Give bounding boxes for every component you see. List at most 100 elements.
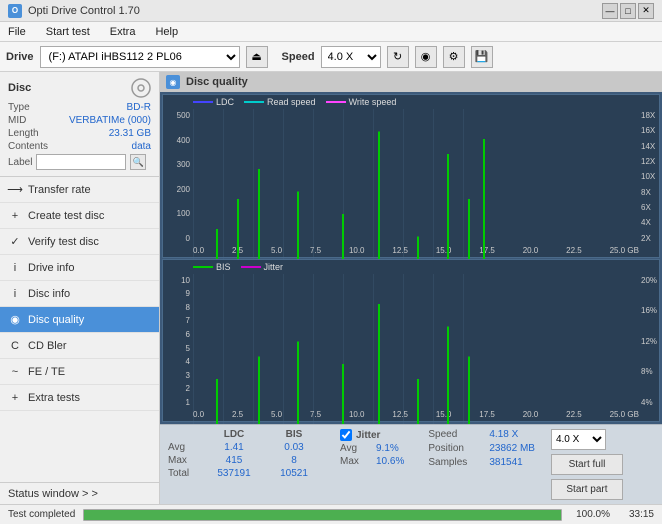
disc-section: Disc Type BD-R MID VERBATIMe (000) Lengt… — [0, 72, 159, 177]
speed-position-stats: Speed 4.18 X Position 23862 MB Samples 3… — [412, 429, 535, 500]
jitter-label: Jitter — [356, 430, 380, 441]
drive-select[interactable]: (F:) ATAPI iHBS112 2 PL06 — [40, 46, 240, 68]
total-bis: 10521 — [264, 468, 324, 479]
sidebar-item-label: Drive info — [28, 262, 74, 274]
jitter-stats: Jitter Avg 9.1% Max 10.6% — [332, 429, 404, 500]
disc-info-icon: i — [8, 287, 22, 301]
disc-contents-value: data — [132, 141, 151, 152]
disc-label-input[interactable] — [36, 154, 126, 170]
quality-speed-select[interactable]: 4.0 X — [551, 429, 606, 450]
sidebar-item-cd-bler[interactable]: C CD Bler — [0, 333, 159, 359]
refresh-button[interactable]: ↻ — [387, 46, 409, 68]
jitter-avg: 9.1% — [376, 443, 399, 454]
title-bar: O Opti Drive Control 1.70 — □ ✕ — [0, 0, 662, 22]
progress-bar-container — [83, 509, 562, 521]
save-button[interactable]: 💾 — [471, 46, 493, 68]
close-button[interactable]: ✕ — [638, 3, 654, 19]
sidebar-item-drive-info[interactable]: i Drive info — [0, 255, 159, 281]
jitter-checkbox[interactable] — [340, 429, 352, 441]
start-part-button[interactable]: Start part — [551, 479, 623, 500]
total-label: Total — [168, 468, 204, 479]
disc-label-button[interactable]: 🔍 — [130, 154, 146, 170]
quality-title: Disc quality — [186, 76, 248, 88]
drive-info-icon: i — [8, 261, 22, 275]
disc-button[interactable]: ◉ — [415, 46, 437, 68]
disc-type-row: Type BD-R — [8, 102, 151, 113]
sidebar-item-disc-info[interactable]: i Disc info — [0, 281, 159, 307]
disc-type-label: Type — [8, 102, 30, 113]
start-full-button[interactable]: Start full — [551, 454, 623, 475]
verify-disc-icon: ✓ — [8, 235, 22, 249]
sidebar-item-extra-tests[interactable]: + Extra tests — [0, 385, 159, 411]
settings-button[interactable]: ⚙ — [443, 46, 465, 68]
minimize-button[interactable]: — — [602, 3, 618, 19]
disc-mid-value: VERBATIMe (000) — [69, 115, 151, 126]
sidebar-item-verify-test-disc[interactable]: ✓ Verify test disc — [0, 229, 159, 255]
bottom-chart-svg — [193, 274, 493, 424]
menu-bar: File Start test Extra Help — [0, 22, 662, 42]
disc-mid-label: MID — [8, 115, 26, 126]
max-ldc: 415 — [204, 455, 264, 466]
sidebar: Disc Type BD-R MID VERBATIMe (000) Lengt… — [0, 72, 160, 504]
action-section: 4.0 X Start full Start part — [543, 429, 623, 500]
quality-header: ◉ Disc quality — [160, 72, 662, 92]
speed-select[interactable]: 4.0 X — [321, 46, 381, 68]
position-value: 23862 MB — [489, 443, 535, 454]
max-label: Max — [168, 455, 204, 466]
legend-read-speed: Read speed — [244, 97, 316, 107]
disc-length-value: 23.31 GB — [109, 128, 151, 139]
progress-percentage: 100.0% — [570, 509, 610, 520]
sidebar-item-label: Disc info — [28, 288, 70, 300]
disc-title: Disc — [8, 82, 31, 94]
bottom-chart-y-labels: 10 9 8 7 6 5 4 3 2 1 — [163, 260, 193, 422]
samples-value: 381541 — [489, 457, 522, 468]
menu-file[interactable]: File — [4, 24, 30, 40]
speed-label: Speed — [282, 51, 315, 63]
ldc-header: LDC — [204, 429, 264, 440]
eject-button[interactable]: ⏏ — [246, 46, 268, 68]
disc-contents-label: Contents — [8, 141, 48, 152]
disc-length-label: Length — [8, 128, 39, 139]
fe-te-icon: ~ — [8, 365, 22, 379]
charts-container: LDC Read speed Write speed — [160, 92, 662, 424]
menu-help[interactable]: Help — [151, 24, 182, 40]
speed-stat-label: Speed — [428, 429, 483, 440]
content-area: ◉ Disc quality LDC Read speed — [160, 72, 662, 504]
quality-title-icon: ◉ — [166, 75, 180, 89]
maximize-button[interactable]: □ — [620, 3, 636, 19]
elapsed-time: 33:15 — [618, 509, 654, 520]
sidebar-item-label: Disc quality — [28, 314, 84, 326]
sidebar-item-transfer-rate[interactable]: ⟶ Transfer rate — [0, 177, 159, 203]
disc-contents-row: Contents data — [8, 141, 151, 152]
main-area: Disc Type BD-R MID VERBATIMe (000) Lengt… — [0, 72, 662, 504]
sidebar-item-fe-te[interactable]: ~ FE / TE — [0, 359, 159, 385]
cd-bler-icon: C — [8, 339, 22, 353]
top-chart-y-labels: 500 400 300 200 100 0 — [163, 95, 193, 257]
disc-header: Disc — [8, 78, 151, 98]
sidebar-item-create-test-disc[interactable]: + Create test disc — [0, 203, 159, 229]
transfer-rate-icon: ⟶ — [8, 183, 22, 197]
sidebar-item-label: FE / TE — [28, 366, 65, 378]
menu-extra[interactable]: Extra — [106, 24, 140, 40]
status-window-button[interactable]: Status window > > — [0, 482, 159, 504]
drive-bar: Drive (F:) ATAPI iHBS112 2 PL06 ⏏ Speed … — [0, 42, 662, 72]
legend-ldc: LDC — [193, 97, 234, 107]
legend-jitter: Jitter — [241, 262, 284, 272]
sidebar-item-label: Create test disc — [28, 210, 104, 222]
title-controls: — □ ✕ — [602, 3, 654, 19]
disc-mid-row: MID VERBATIMe (000) — [8, 115, 151, 126]
disc-type-value: BD-R — [127, 102, 151, 113]
top-chart-legend: LDC Read speed Write speed — [193, 97, 396, 107]
disc-label-label: Label — [8, 157, 32, 168]
jitter-max: 10.6% — [376, 456, 404, 467]
jitter-header: Jitter — [340, 429, 404, 441]
stats-total-row: Total 537191 10521 — [168, 468, 324, 479]
app-icon: O — [8, 4, 22, 18]
bottom-chart-y-labels-right: 20% 16% 12% 8% 4% — [639, 260, 659, 422]
menu-start-test[interactable]: Start test — [42, 24, 94, 40]
avg-ldc: 1.41 — [204, 442, 264, 453]
total-ldc: 537191 — [204, 468, 264, 479]
stats-max-row: Max 415 8 — [168, 455, 324, 466]
bottom-chart: BIS Jitter 10 9 8 7 6 — [162, 259, 660, 423]
sidebar-item-disc-quality[interactable]: ◉ Disc quality — [0, 307, 159, 333]
